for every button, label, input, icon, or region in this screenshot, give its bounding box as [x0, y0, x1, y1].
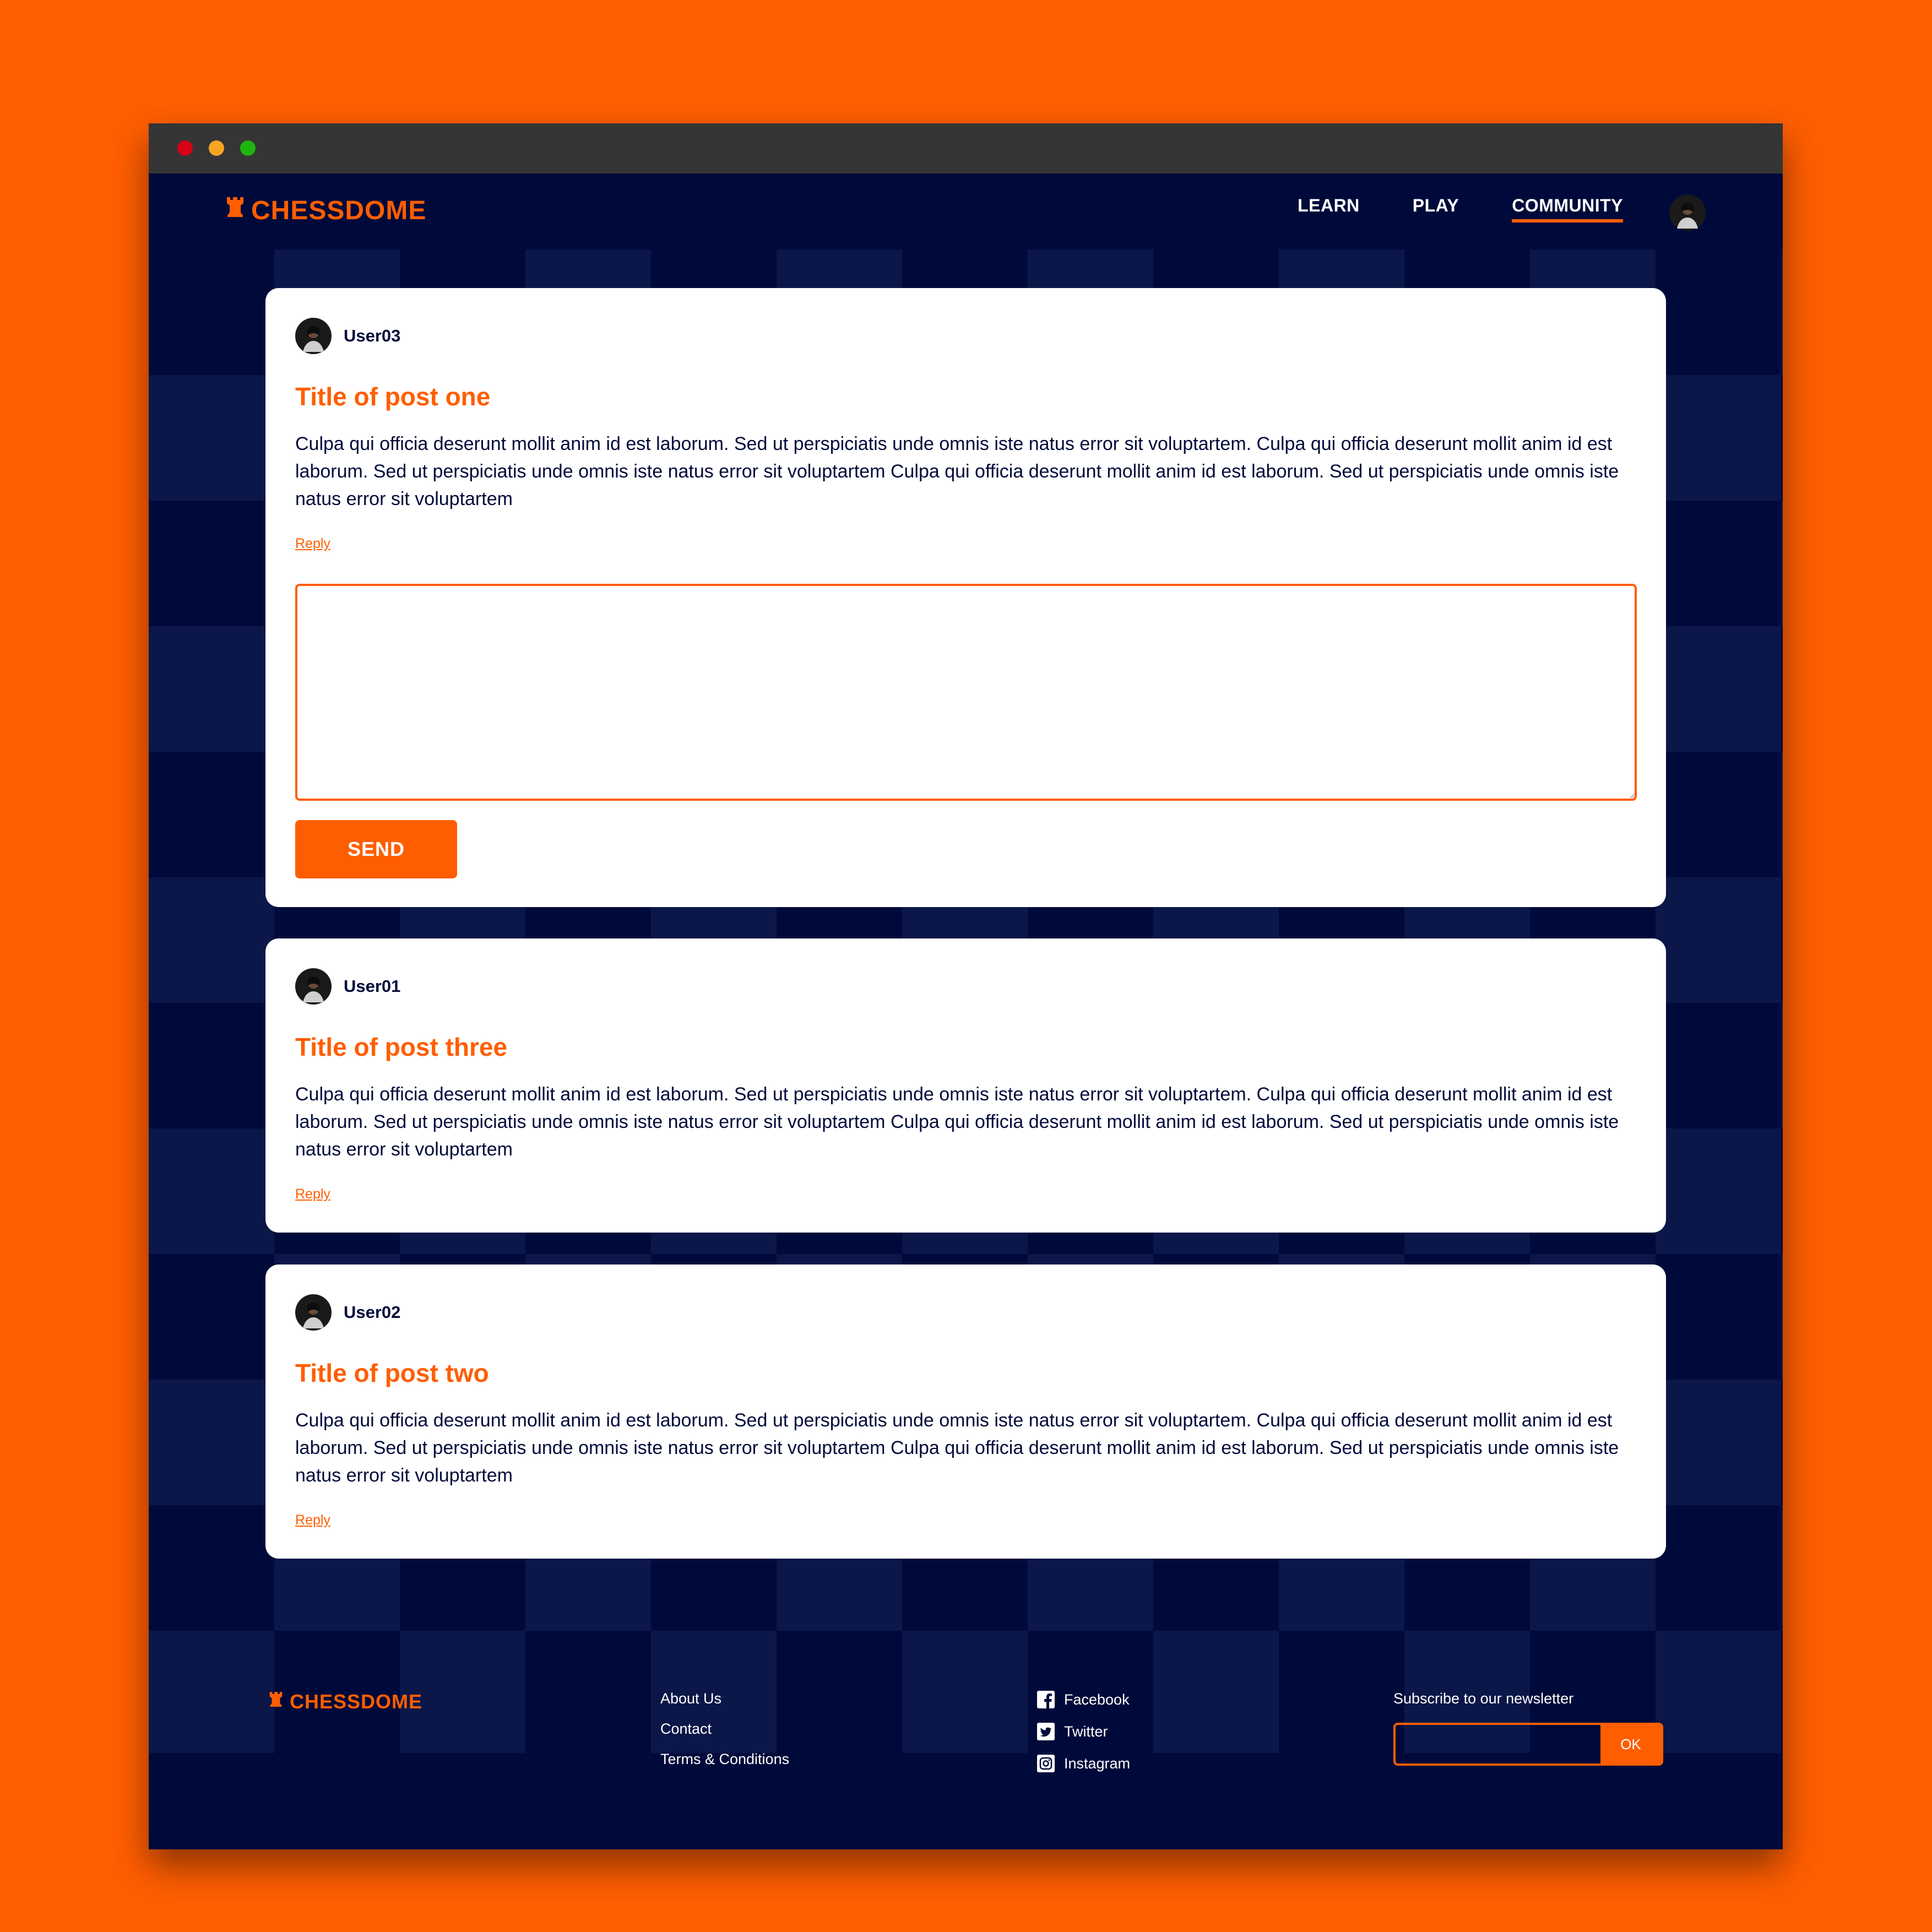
brand-logo[interactable]: CHESSDOME: [226, 196, 426, 226]
facebook-icon: [1036, 1690, 1055, 1709]
author-avatar[interactable]: [295, 318, 332, 354]
author-username[interactable]: User02: [344, 1303, 400, 1322]
post-body: Culpa qui officia deserunt mollit anim i…: [295, 1410, 1619, 1486]
post-author: User03: [295, 318, 400, 354]
footer-links: About Us Contact Terms & Conditions: [660, 1690, 789, 1768]
user-avatar[interactable]: [1669, 194, 1706, 231]
minimize-window-button[interactable]: [209, 140, 224, 156]
author-avatar[interactable]: [295, 1294, 332, 1331]
maximize-window-button[interactable]: [240, 140, 256, 156]
rook-icon: [226, 196, 245, 226]
nav-learn[interactable]: LEARN: [1298, 196, 1360, 222]
main-nav: LEARN PLAY COMMUNITY: [1298, 196, 1623, 222]
post-card: User03 Title of post one Culpa qui offic…: [265, 288, 1666, 907]
nav-play[interactable]: PLAY: [1413, 196, 1459, 222]
author-username[interactable]: User01: [344, 976, 400, 996]
site-header: CHESSDOME LEARN PLAY COMMUNITY: [149, 173, 1783, 249]
footer-link-terms[interactable]: Terms & Conditions: [660, 1751, 789, 1768]
twitter-label: Twitter: [1064, 1723, 1108, 1740]
post-body: Culpa qui officia deserunt mollit anim i…: [295, 1084, 1619, 1160]
facebook-label: Facebook: [1064, 1691, 1130, 1708]
social-links: Facebook Twitter Instagram: [1036, 1690, 1130, 1773]
post-card: User02 Title of post two Culpa qui offic…: [265, 1265, 1666, 1559]
footer-brand-name: CHESSDOME: [290, 1690, 423, 1713]
send-button[interactable]: SEND: [295, 820, 457, 878]
rook-icon: [269, 1690, 283, 1713]
close-window-button[interactable]: [177, 140, 193, 156]
social-facebook[interactable]: Facebook: [1036, 1690, 1130, 1709]
post-card: User01 Title of post three Culpa qui off…: [265, 938, 1666, 1233]
post-author: User02: [295, 1294, 400, 1331]
post-title: Title of post three: [295, 1033, 508, 1061]
newsletter-label: Subscribe to our newsletter: [1393, 1690, 1574, 1707]
instagram-label: Instagram: [1064, 1755, 1131, 1772]
footer-link-about[interactable]: About Us: [660, 1690, 789, 1707]
twitter-icon: [1036, 1722, 1055, 1741]
newsletter-ok-button[interactable]: OK: [1600, 1725, 1661, 1763]
author-avatar[interactable]: [295, 968, 332, 1005]
reply-textarea[interactable]: [295, 584, 1637, 801]
reply-link[interactable]: Reply: [295, 536, 330, 552]
footer-link-contact[interactable]: Contact: [660, 1721, 789, 1738]
reply-link[interactable]: Reply: [295, 1512, 330, 1528]
window-titlebar: [149, 123, 1783, 173]
post-title: Title of post two: [295, 1359, 489, 1387]
brand-name: CHESSDOME: [251, 196, 427, 225]
post-title: Title of post one: [295, 382, 491, 411]
footer-brand-logo[interactable]: CHESSDOME: [269, 1690, 422, 1713]
nav-community[interactable]: COMMUNITY: [1512, 196, 1623, 222]
post-author: User01: [295, 968, 400, 1005]
author-username[interactable]: User03: [344, 326, 400, 346]
social-twitter[interactable]: Twitter: [1036, 1722, 1130, 1741]
instagram-icon: [1036, 1754, 1055, 1773]
newsletter-signup: Subscribe to our newsletter OK: [1393, 1690, 1663, 1766]
newsletter-form: OK: [1393, 1723, 1663, 1766]
social-instagram[interactable]: Instagram: [1036, 1754, 1130, 1773]
newsletter-email-input[interactable]: [1396, 1725, 1600, 1763]
reply-link[interactable]: Reply: [295, 1186, 330, 1202]
post-body: Culpa qui officia deserunt mollit anim i…: [295, 433, 1619, 509]
